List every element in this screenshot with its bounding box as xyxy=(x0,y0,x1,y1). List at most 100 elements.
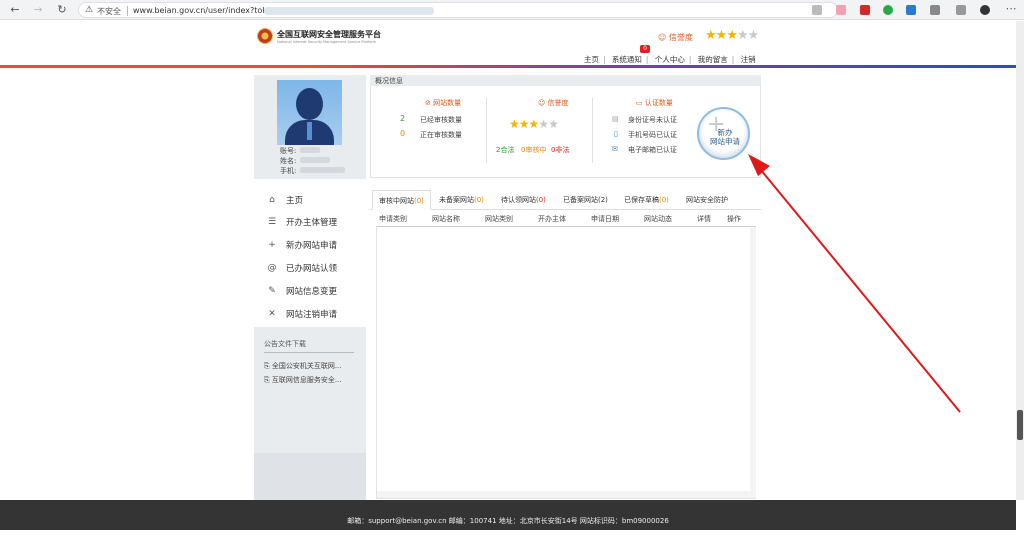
star-empty-icon: ★ xyxy=(538,117,549,131)
account-label: 账号: xyxy=(280,147,297,155)
sidebar-item-claim[interactable]: @ 已办网站认领 xyxy=(254,256,366,279)
avatar xyxy=(277,80,342,145)
download-item[interactable]: ⎘ 全国公安机关互联网... xyxy=(264,361,342,371)
approved-label[interactable]: 已经审核数量 xyxy=(420,115,462,125)
url-text: www.beian.gov.cn/user/index?token= xyxy=(133,6,284,15)
reviewing-count[interactable]: 0审核中 xyxy=(521,145,546,155)
table-body xyxy=(376,226,756,499)
warning-icon: ⚠ xyxy=(85,5,94,15)
credit-heading: ☺ 信誉度 xyxy=(538,99,569,107)
sidebar-item-new-site[interactable]: + 新办网站申请 xyxy=(254,233,366,256)
folder-icon: ▭ xyxy=(636,99,645,107)
notice-badge: 0 xyxy=(640,45,650,53)
email-icon: ✉ xyxy=(612,145,618,153)
person-icon: ☺ xyxy=(538,99,548,107)
nav-logout[interactable]: 注销 xyxy=(741,55,756,64)
sidebar-item-change[interactable]: ✎ 网站信息变更 xyxy=(254,279,366,302)
at-icon: @ xyxy=(267,262,277,273)
extension-icon[interactable] xyxy=(930,5,940,15)
tab-pending-claim[interactable]: 待认领网站(0) xyxy=(495,190,552,210)
person-icon: ☺ xyxy=(658,33,669,42)
overview-title: 概况信息 xyxy=(370,75,761,86)
phone-icon: ▯ xyxy=(614,130,618,138)
star-filled-icon: ★ xyxy=(705,28,717,43)
extension-icon[interactable] xyxy=(836,5,846,15)
nav-messages[interactable]: 我的留言 xyxy=(698,55,728,64)
url-redacted xyxy=(264,7,434,15)
download-item[interactable]: ⎘ 互联网信息服务安全... xyxy=(264,375,342,385)
site-header xyxy=(0,21,1016,65)
credit-stars-overview: ★★★★★ xyxy=(509,117,559,131)
name-label: 姓名: xyxy=(280,157,297,165)
table-horizontal-scrollbar[interactable] xyxy=(377,491,750,498)
credit-stars: ★★★★★ xyxy=(705,28,760,43)
plus-icon: + xyxy=(268,239,276,250)
sidebar-item-cancel[interactable]: ✕ 网站注销申请 xyxy=(254,302,366,325)
sidebar-nav: ⌂ 主页 ☰ 开办主体管理 + 新办网站申请 @ 已办网站认领 ✎ 网站信息变更 ✕ 网站注… xyxy=(254,185,366,327)
col-date[interactable]: 申请日期 xyxy=(591,214,619,224)
download-icon: ⎘ xyxy=(264,376,272,384)
col-detail[interactable]: 详情 xyxy=(697,214,711,224)
site-footer: 邮箱：support@beian.gov.cn 邮编：100741 地址：北京市… xyxy=(0,500,1016,530)
nav-profile[interactable]: 个人中心 xyxy=(655,55,685,64)
tab-unregistered[interactable]: 未备案网站(0) xyxy=(433,190,490,210)
forward-icon[interactable]: → xyxy=(31,3,45,17)
star-filled-icon: ★ xyxy=(518,117,530,131)
phone-value-redacted xyxy=(300,167,345,173)
column-divider xyxy=(592,98,593,163)
id-card-status: 身份证号未认证 xyxy=(628,116,677,124)
column-divider xyxy=(486,98,487,163)
credit-label: ☺ 信誉度 xyxy=(658,33,693,42)
site-subtitle: National Internet Security Management Se… xyxy=(277,40,377,44)
extension-icon[interactable] xyxy=(860,5,870,15)
star-filled-icon: ★ xyxy=(528,117,540,131)
certification-heading: ▭ 认证数量 xyxy=(636,99,673,107)
download-icon: ⎘ xyxy=(264,362,272,370)
col-type[interactable]: 申请类别 xyxy=(379,214,407,224)
account-value-redacted xyxy=(300,147,320,153)
id-card-icon: ▤ xyxy=(612,115,619,123)
close-icon: ✕ xyxy=(268,308,276,319)
extension-icon[interactable] xyxy=(883,5,893,15)
col-name[interactable]: 网站名称 xyxy=(432,214,460,224)
sidebar-item-home[interactable]: ⌂ 主页 xyxy=(254,188,366,211)
tab-reviewing[interactable]: 审核中网站(0) xyxy=(372,190,431,210)
page-scrollbar-thumb[interactable] xyxy=(1017,410,1023,440)
approved-count: 2 xyxy=(400,114,406,123)
tab-registered[interactable]: 已备案网站(2) xyxy=(557,190,614,210)
tab-security[interactable]: 网站安全防护 xyxy=(680,190,734,210)
col-category[interactable]: 网站类别 xyxy=(485,214,513,224)
illegal-count[interactable]: 0非法 xyxy=(551,145,569,155)
table-header: 申请类别 网站名称 网站类别 开办主体 申请日期 网站动态 详情 操作 xyxy=(376,214,756,226)
list-icon: ☰ xyxy=(267,216,277,227)
nav-notifications[interactable]: 系统通知 xyxy=(612,55,642,64)
collections-icon[interactable] xyxy=(956,5,966,15)
annotation-arrow xyxy=(748,154,961,413)
menu-icon[interactable]: ⋯ xyxy=(1004,2,1018,16)
email-status: 电子邮箱已认证 xyxy=(628,146,677,154)
legal-count[interactable]: 2合法 xyxy=(496,145,514,155)
home-icon: ⌂ xyxy=(269,194,275,205)
star-filled-icon: ★ xyxy=(509,117,520,131)
col-action[interactable]: 操作 xyxy=(727,214,741,224)
col-entity[interactable]: 开办主体 xyxy=(538,214,566,224)
extension-icon[interactable] xyxy=(906,5,916,15)
sidebar-item-entity[interactable]: ☰ 开办主体管理 xyxy=(254,210,366,233)
profile-avatar-icon[interactable] xyxy=(980,5,990,15)
checkmark-icon: ⊘ xyxy=(425,99,434,107)
tab-drafts[interactable]: 已保存草稿(0) xyxy=(618,190,675,210)
col-status[interactable]: 网站动态 xyxy=(644,214,672,224)
star-empty-icon: ★ xyxy=(736,28,749,43)
downloads-title: 公告文件下载 xyxy=(264,340,306,348)
phone-label: 手机: xyxy=(280,167,297,175)
back-icon[interactable]: ← xyxy=(8,3,22,17)
star-empty-icon: ★ xyxy=(747,28,760,43)
pending-label[interactable]: 正在审核数量 xyxy=(420,130,462,140)
address-bar[interactable]: ⚠ 不安全 www.beian.gov.cn/user/index?token= xyxy=(78,2,838,18)
phone-status: 手机号码已认证 xyxy=(628,131,677,139)
nav-home[interactable]: 主页 xyxy=(584,55,599,64)
address-separator xyxy=(127,6,128,16)
star-empty-icon: ★ xyxy=(548,117,559,131)
favorite-icon[interactable] xyxy=(812,5,822,15)
reload-icon[interactable]: ↻ xyxy=(55,3,69,17)
